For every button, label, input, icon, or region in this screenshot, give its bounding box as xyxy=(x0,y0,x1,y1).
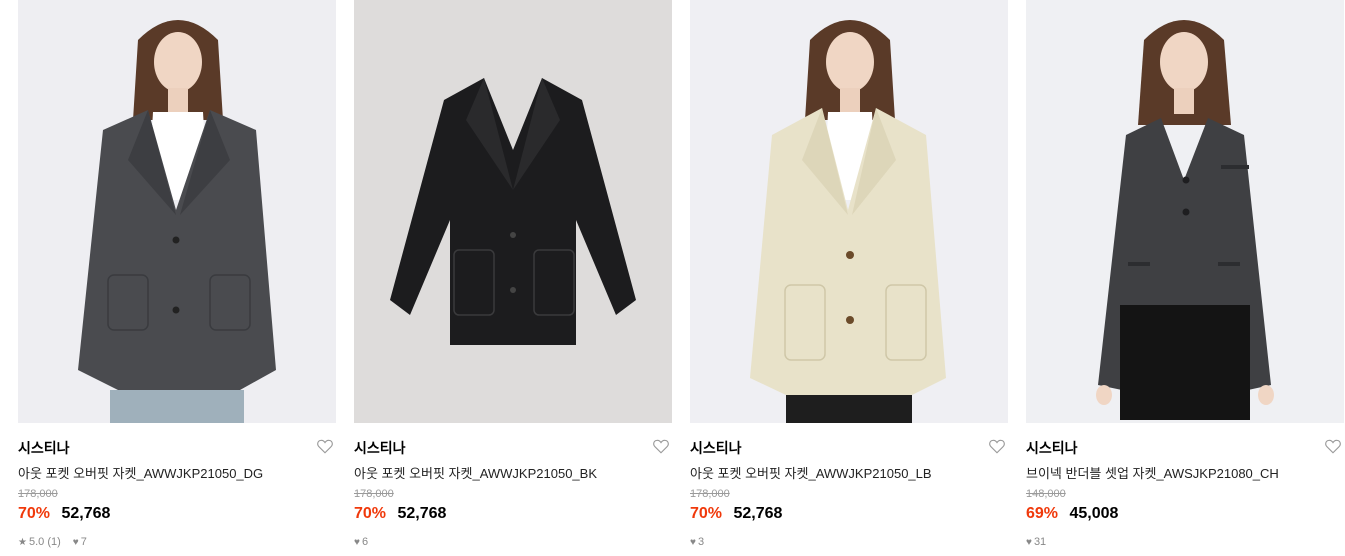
discount-rate: 69% xyxy=(1026,505,1059,522)
product-meta: ♥ 31 xyxy=(1026,536,1046,548)
star-icon: ★ xyxy=(18,536,27,548)
original-price: 178,000 xyxy=(354,488,394,500)
original-price: 178,000 xyxy=(18,488,58,500)
brand-name[interactable]: 시스티나 xyxy=(690,438,742,458)
heart-icon[interactable] xyxy=(988,437,1006,455)
original-price: 178,000 xyxy=(690,488,730,500)
like-count: 31 xyxy=(1033,536,1047,548)
sale-price: 45,008 xyxy=(1069,505,1119,522)
price-row: 70% 52,768 xyxy=(690,505,782,523)
discount-rate: 70% xyxy=(354,505,387,522)
like-count: 7 xyxy=(80,536,87,548)
like-count: 6 xyxy=(361,536,369,548)
heart-icon[interactable] xyxy=(1324,437,1342,455)
discount-rate: 70% xyxy=(690,505,723,522)
product-image[interactable] xyxy=(354,0,672,423)
brand-name[interactable]: 시스티나 xyxy=(1026,438,1078,458)
product-card[interactable]: 시스티나 브이넥 반더블 셋업 자켓_AWSJKP21080_CH 148,00… xyxy=(1026,0,1344,556)
product-image[interactable] xyxy=(1026,0,1344,423)
product-meta: ★ 5.0 (1) ♥ 7 xyxy=(18,536,87,548)
brand-name[interactable]: 시스티나 xyxy=(354,438,406,458)
model-beige-jacket-image xyxy=(690,0,1008,423)
heart-filled-icon: ♥ xyxy=(1026,536,1032,548)
sale-price: 52,768 xyxy=(61,505,111,522)
heart-filled-icon: ♥ xyxy=(72,536,79,548)
product-image[interactable] xyxy=(18,0,336,423)
model-charcoal-vneck-jacket-image xyxy=(1026,0,1344,423)
product-name[interactable]: 아웃 포켓 오버핏 자켓_AWWJKP21050_BK xyxy=(354,463,597,482)
rating: 5.0 (1) xyxy=(28,536,61,548)
product-card[interactable]: 시스티나 아웃 포켓 오버핏 자켓_AWWJKP21050_BK 178,000… xyxy=(354,0,672,556)
heart-icon[interactable] xyxy=(316,437,334,455)
product-grid: 시스티나 아웃 포켓 오버핏 자켓_AWWJKP21050_DG 178,000… xyxy=(0,0,1345,556)
discount-rate: 70% xyxy=(18,505,51,522)
product-card[interactable]: 시스티나 아웃 포켓 오버핏 자켓_AWWJKP21050_DG 178,000… xyxy=(18,0,336,556)
sale-price: 52,768 xyxy=(397,505,447,522)
like-count: 3 xyxy=(697,536,705,548)
product-name[interactable]: 아웃 포켓 오버핏 자켓_AWWJKP21050_LB xyxy=(690,463,932,482)
brand-name[interactable]: 시스티나 xyxy=(18,438,70,458)
price-row: 69% 45,008 xyxy=(1026,505,1118,523)
product-card[interactable]: 시스티나 아웃 포켓 오버핏 자켓_AWWJKP21050_LB 178,000… xyxy=(690,0,1008,556)
model-dark-grey-jacket-image xyxy=(18,0,336,423)
price-row: 70% 52,768 xyxy=(354,505,446,523)
product-name[interactable]: 브이넥 반더블 셋업 자켓_AWSJKP21080_CH xyxy=(1026,463,1279,482)
product-image[interactable] xyxy=(690,0,1008,423)
product-meta: ♥ 6 xyxy=(354,536,368,548)
product-meta: ♥ 3 xyxy=(690,536,704,548)
black-jacket-flatlay-image xyxy=(354,0,672,423)
sale-price: 52,768 xyxy=(733,505,783,522)
original-price: 148,000 xyxy=(1026,488,1066,500)
price-row: 70% 52,768 xyxy=(18,505,110,523)
heart-filled-icon: ♥ xyxy=(690,536,696,548)
heart-icon[interactable] xyxy=(652,437,670,455)
product-name[interactable]: 아웃 포켓 오버핏 자켓_AWWJKP21050_DG xyxy=(18,463,263,482)
heart-filled-icon: ♥ xyxy=(354,536,360,548)
